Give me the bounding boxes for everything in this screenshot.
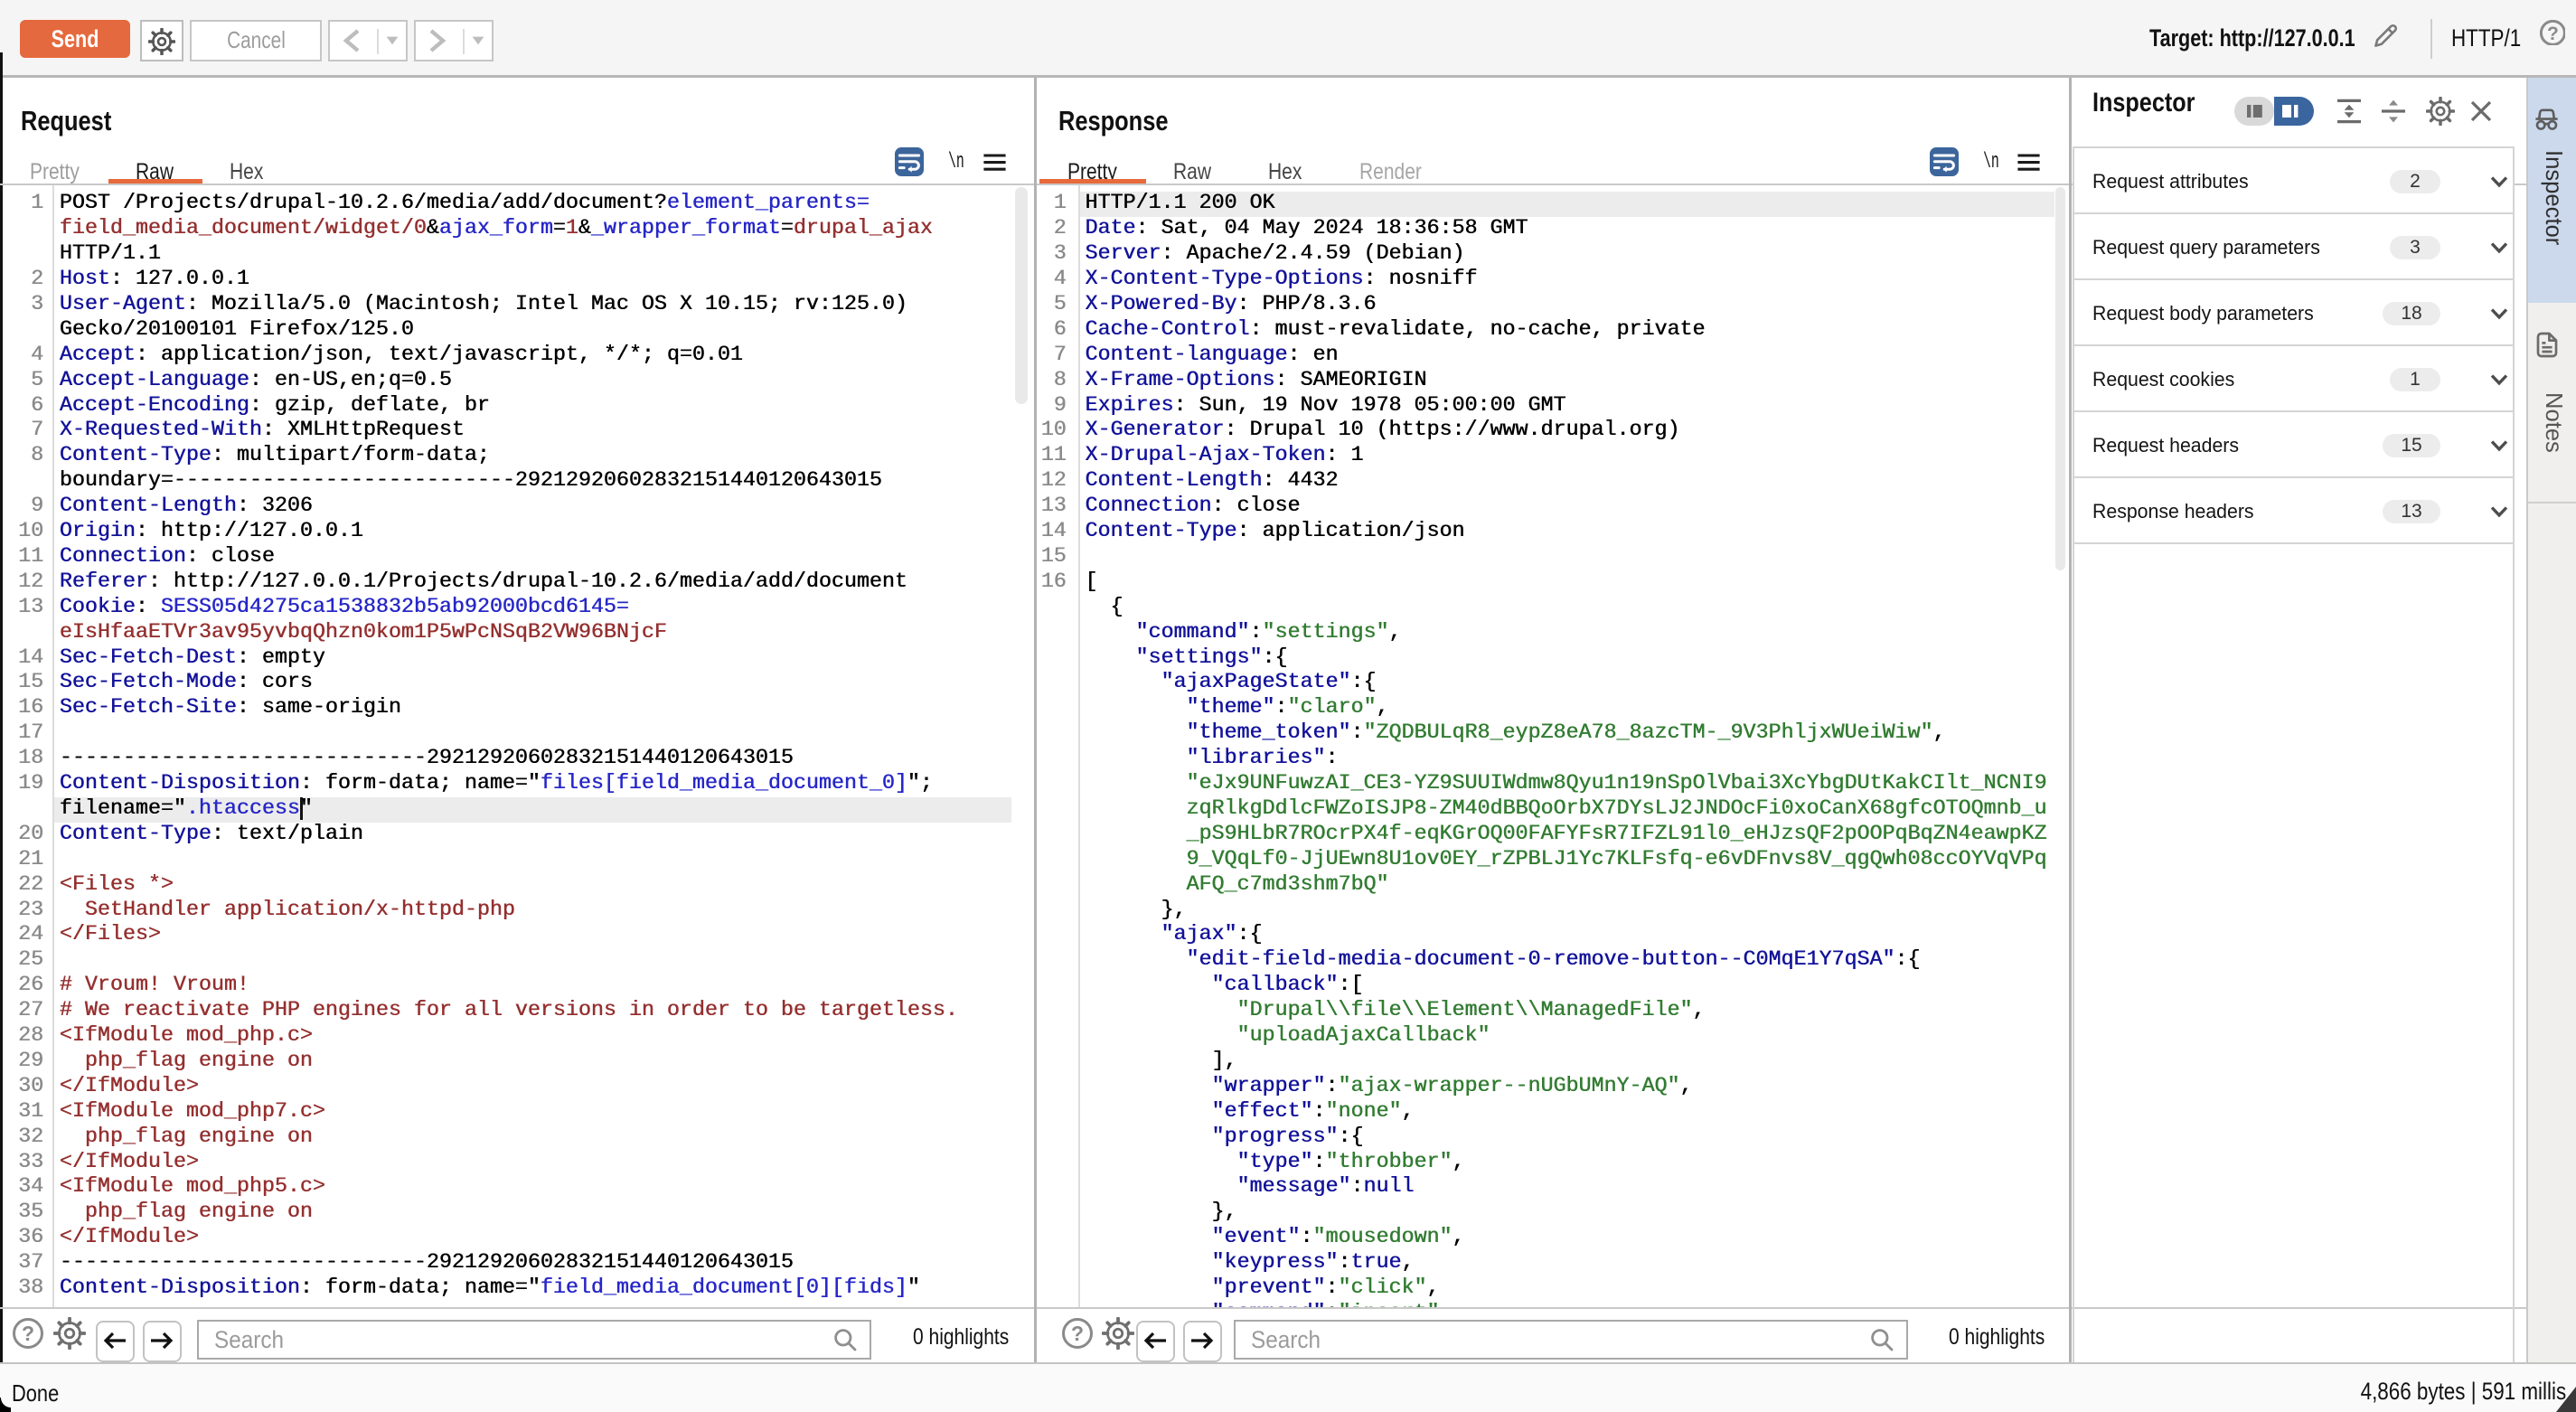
svg-text:?: ? — [2547, 24, 2559, 44]
svg-text:?: ? — [1071, 1322, 1084, 1345]
svg-text:?: ? — [22, 1322, 34, 1345]
